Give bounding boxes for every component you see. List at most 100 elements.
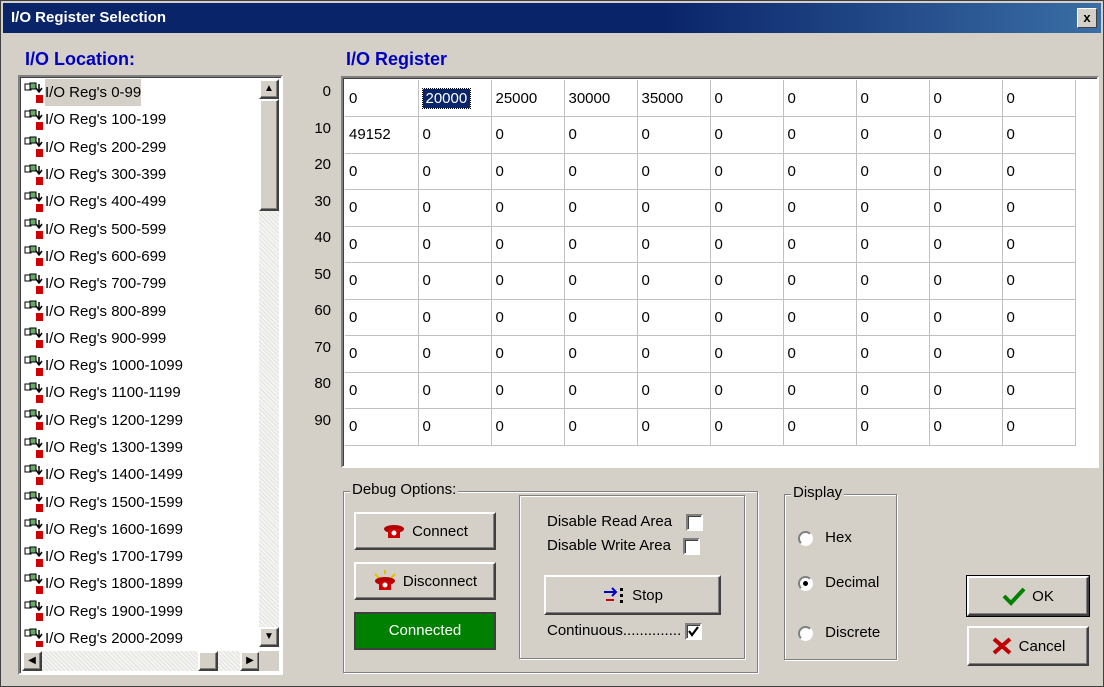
stop-button[interactable]: Stop <box>544 575 721 615</box>
register-cell[interactable]: 0 <box>929 153 1003 190</box>
register-cell[interactable]: 0 <box>710 189 784 227</box>
register-cell[interactable]: 0 <box>856 116 930 154</box>
register-cell[interactable]: 0 <box>564 372 638 409</box>
register-cell[interactable]: 0 <box>929 372 1003 409</box>
radio-hex[interactable]: Hex <box>798 529 852 546</box>
scroll-left-icon[interactable]: ◀ <box>22 651 42 671</box>
register-cell[interactable]: 0 <box>783 153 857 190</box>
register-cell[interactable]: 0 <box>345 335 419 373</box>
register-cell[interactable]: 0 <box>564 226 638 263</box>
disconnect-button[interactable]: Disconnect <box>354 562 496 600</box>
register-cell[interactable]: 0 <box>345 299 419 336</box>
register-cell[interactable]: 25000 <box>491 80 565 117</box>
register-cell[interactable]: 0 <box>783 226 857 263</box>
register-cell[interactable]: 0 <box>856 262 930 300</box>
register-cell[interactable]: 0 <box>783 80 857 117</box>
register-cell[interactable]: 35000 <box>637 80 711 117</box>
connect-button[interactable]: Connect <box>354 512 496 550</box>
radio-decimal-button[interactable] <box>798 575 813 591</box>
register-cell[interactable]: 0 <box>1002 226 1076 263</box>
register-cell[interactable]: 0 <box>783 408 857 446</box>
register-cell[interactable]: 0 <box>637 262 711 300</box>
register-cell[interactable]: 0 <box>783 372 857 409</box>
register-cell[interactable]: 0 <box>637 372 711 409</box>
list-item[interactable]: I/O Reg's 300-399 <box>22 161 252 188</box>
list-item[interactable]: I/O Reg's 1600-1699 <box>22 516 252 543</box>
list-item[interactable]: I/O Reg's 100-199 <box>22 106 252 133</box>
disable-read-checkbox[interactable] <box>686 513 704 531</box>
list-item[interactable]: I/O Reg's 1700-1799 <box>22 543 252 570</box>
list-item[interactable]: I/O Reg's 700-799 <box>22 270 252 297</box>
register-cell[interactable]: 0 <box>856 153 930 190</box>
register-cell[interactable]: 0 <box>345 372 419 409</box>
scroll-down-icon[interactable]: ▼ <box>259 627 279 647</box>
register-cell[interactable]: 0 <box>710 299 784 336</box>
register-cell[interactable]: 0 <box>1002 189 1076 227</box>
register-cell[interactable]: 0 <box>929 226 1003 263</box>
list-item[interactable]: I/O Reg's 1900-1999 <box>22 598 252 625</box>
register-cell[interactable]: 0 <box>783 299 857 336</box>
register-cell[interactable]: 0 <box>929 189 1003 227</box>
register-cell[interactable]: 0 <box>564 299 638 336</box>
register-cell[interactable]: 0 <box>491 262 565 300</box>
register-cell[interactable]: 0 <box>710 408 784 446</box>
register-cell[interactable]: 0 <box>856 408 930 446</box>
close-button[interactable]: x <box>1077 8 1097 28</box>
register-cell[interactable]: 0 <box>564 262 638 300</box>
register-cell[interactable]: 20000 <box>418 80 492 117</box>
register-cell[interactable]: 0 <box>929 80 1003 117</box>
register-cell[interactable]: 0 <box>1002 116 1076 154</box>
list-item[interactable]: I/O Reg's 200-299 <box>22 134 252 161</box>
register-cell[interactable]: 0 <box>929 408 1003 446</box>
register-cell[interactable]: 0 <box>1002 335 1076 373</box>
register-cell[interactable]: 0 <box>418 372 492 409</box>
hscroll-thumb[interactable] <box>198 651 218 671</box>
register-cell[interactable]: 0 <box>710 262 784 300</box>
register-cell[interactable]: 0 <box>418 153 492 190</box>
register-cell[interactable]: 0 <box>564 153 638 190</box>
register-cell[interactable]: 0 <box>637 226 711 263</box>
register-cell[interactable]: 0 <box>491 408 565 446</box>
register-cell[interactable]: 0 <box>564 189 638 227</box>
register-cell[interactable]: 0 <box>637 153 711 190</box>
list-item[interactable]: I/O Reg's 800-899 <box>22 297 252 324</box>
register-cell[interactable]: 0 <box>345 80 419 117</box>
continuous-checkbox[interactable] <box>685 622 703 640</box>
register-cell[interactable]: 0 <box>710 335 784 373</box>
disable-write-checkbox[interactable] <box>683 537 701 555</box>
register-cell[interactable]: 0 <box>929 116 1003 154</box>
radio-hex-button[interactable] <box>798 530 813 546</box>
list-item[interactable]: I/O Reg's 2000-2099 <box>22 625 252 647</box>
cancel-button[interactable]: Cancel <box>967 626 1089 666</box>
register-cell[interactable]: 0 <box>491 226 565 263</box>
register-cell[interactable]: 0 <box>345 226 419 263</box>
list-item[interactable]: I/O Reg's 0-99 <box>22 79 252 107</box>
scroll-thumb[interactable] <box>259 99 279 211</box>
register-cell[interactable]: 0 <box>345 262 419 300</box>
list-item[interactable]: I/O Reg's 400-499 <box>22 188 252 215</box>
register-cell[interactable]: 0 <box>856 299 930 336</box>
register-cell[interactable]: 0 <box>418 335 492 373</box>
list-item[interactable]: I/O Reg's 1400-1499 <box>22 461 252 488</box>
register-cell[interactable]: 0 <box>783 189 857 227</box>
register-cell[interactable]: 0 <box>856 80 930 117</box>
register-cell[interactable]: 0 <box>418 226 492 263</box>
register-cell[interactable]: 0 <box>856 226 930 263</box>
list-item[interactable]: I/O Reg's 1000-1099 <box>22 352 252 379</box>
list-item[interactable]: I/O Reg's 600-699 <box>22 243 252 270</box>
register-cell[interactable]: 0 <box>929 335 1003 373</box>
list-item[interactable]: I/O Reg's 1800-1899 <box>22 570 252 597</box>
register-cell[interactable]: 49152 <box>345 116 419 154</box>
register-cell[interactable]: 0 <box>637 116 711 154</box>
register-cell[interactable]: 0 <box>418 189 492 227</box>
register-cell[interactable]: 0 <box>637 189 711 227</box>
register-cell[interactable]: 0 <box>710 80 784 117</box>
register-cell[interactable]: 0 <box>418 116 492 154</box>
scroll-up-icon[interactable]: ▲ <box>259 79 279 99</box>
list-item[interactable]: I/O Reg's 1200-1299 <box>22 407 252 434</box>
vertical-scrollbar[interactable]: ▲ ▼ <box>259 79 279 647</box>
register-cell[interactable]: 0 <box>856 189 930 227</box>
register-cell[interactable]: 0 <box>1002 299 1076 336</box>
list-item[interactable]: I/O Reg's 1100-1199 <box>22 379 252 406</box>
register-cell[interactable]: 0 <box>345 153 419 190</box>
